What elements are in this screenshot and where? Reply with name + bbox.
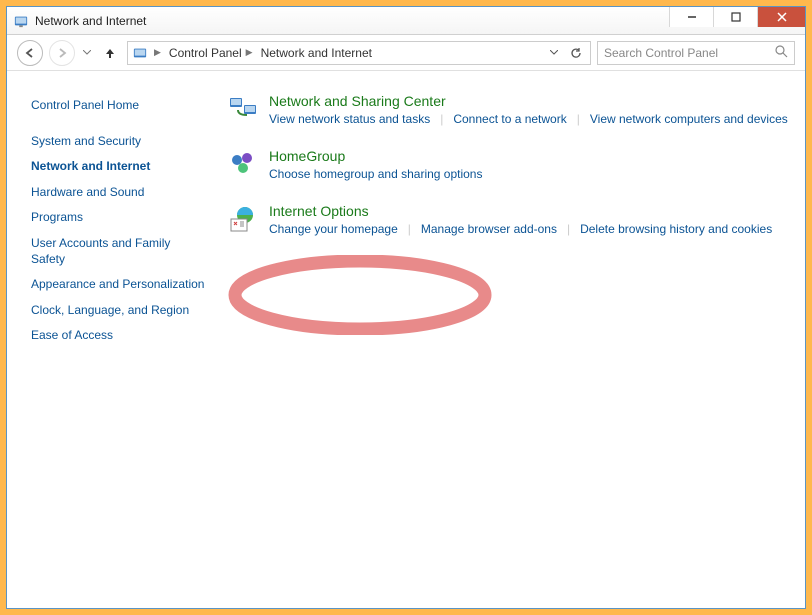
- sidebar-item-system-security[interactable]: System and Security: [29, 129, 207, 155]
- content-area: Control Panel Home System and Security N…: [7, 71, 805, 608]
- breadcrumb-item[interactable]: Control Panel▶: [167, 44, 255, 62]
- minimize-button[interactable]: [669, 7, 713, 27]
- search-icon: [775, 45, 788, 61]
- window-title: Network and Internet: [35, 14, 669, 28]
- sidebar-item-appearance[interactable]: Appearance and Personalization: [29, 272, 207, 298]
- breadcrumb-item[interactable]: Network and Internet: [259, 44, 374, 62]
- up-button[interactable]: [99, 42, 121, 64]
- sublink[interactable]: View network computers and devices: [590, 112, 788, 126]
- control-panel-icon: [13, 13, 29, 29]
- internet-options-icon: [227, 203, 259, 235]
- main-panel: Network and Sharing Center View network …: [217, 71, 805, 608]
- category-title[interactable]: Network and Sharing Center: [269, 93, 795, 109]
- sidebar: Control Panel Home System and Security N…: [7, 71, 217, 608]
- homegroup-icon: [227, 148, 259, 180]
- sidebar-item-hardware-sound[interactable]: Hardware and Sound: [29, 180, 207, 206]
- sidebar-item-user-accounts[interactable]: User Accounts and Family Safety: [29, 231, 207, 272]
- maximize-button[interactable]: [713, 7, 757, 27]
- address-bar[interactable]: ▶ Control Panel▶ Network and Internet: [127, 41, 591, 65]
- history-dropdown[interactable]: [81, 50, 93, 55]
- category-internet-options: Internet Options Change your homepage | …: [227, 203, 795, 236]
- search-box[interactable]: [597, 41, 795, 65]
- divider: |: [577, 112, 580, 126]
- back-button[interactable]: [17, 40, 43, 66]
- sublink[interactable]: Connect to a network: [453, 112, 566, 126]
- refresh-button[interactable]: [566, 43, 586, 63]
- address-dropdown[interactable]: [544, 43, 564, 63]
- sidebar-item-ease-of-access[interactable]: Ease of Access: [29, 323, 207, 349]
- category-title[interactable]: HomeGroup: [269, 148, 795, 164]
- titlebar[interactable]: Network and Internet: [7, 7, 805, 35]
- sublink[interactable]: Change your homepage: [269, 222, 398, 236]
- divider: |: [567, 222, 570, 236]
- breadcrumb-root-chevron[interactable]: ▶: [152, 45, 163, 60]
- sidebar-item-programs[interactable]: Programs: [29, 205, 207, 231]
- sublink[interactable]: Delete browsing history and cookies: [580, 222, 772, 236]
- divider: |: [440, 112, 443, 126]
- category-homegroup: HomeGroup Choose homegroup and sharing o…: [227, 148, 795, 181]
- close-button[interactable]: [757, 7, 805, 27]
- network-sharing-icon: [227, 93, 259, 125]
- sidebar-item-clock-language-region[interactable]: Clock, Language, and Region: [29, 298, 207, 324]
- sidebar-item-network-internet[interactable]: Network and Internet: [29, 154, 207, 180]
- divider: |: [408, 222, 411, 236]
- search-input[interactable]: [604, 46, 788, 60]
- sublink[interactable]: View network status and tasks: [269, 112, 430, 126]
- nav-toolbar: ▶ Control Panel▶ Network and Internet: [7, 35, 805, 71]
- sidebar-item-control-panel-home[interactable]: Control Panel Home: [29, 93, 207, 119]
- location-icon: [132, 45, 148, 61]
- category-title[interactable]: Internet Options: [269, 203, 795, 219]
- category-network-sharing: Network and Sharing Center View network …: [227, 93, 795, 126]
- sublink[interactable]: Choose homegroup and sharing options: [269, 167, 482, 181]
- sublink[interactable]: Manage browser add-ons: [421, 222, 557, 236]
- forward-button[interactable]: [49, 40, 75, 66]
- window-frame: Network and Internet ▶ Control Panel▶ Ne…: [6, 6, 806, 609]
